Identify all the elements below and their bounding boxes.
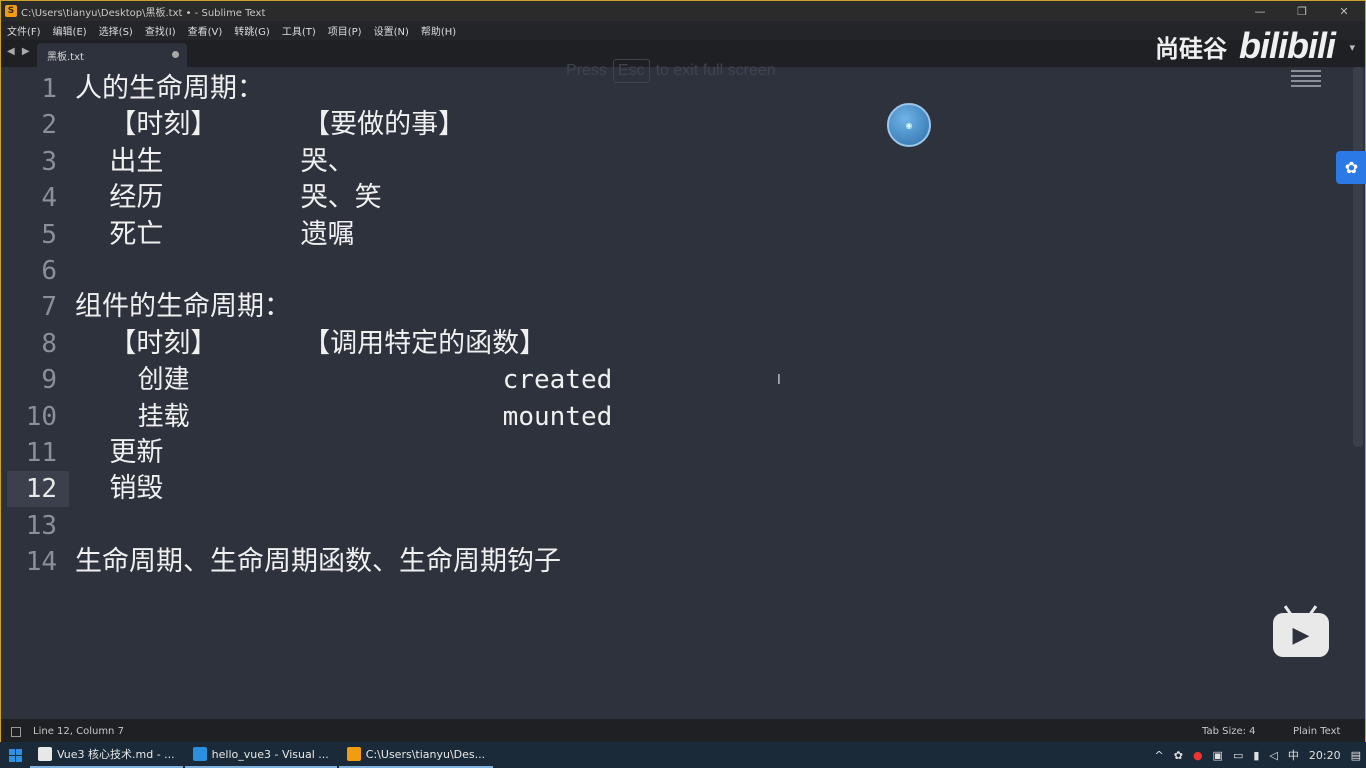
- taskbar-item-sublime[interactable]: C:\Users\tianyu\Des...: [338, 742, 494, 768]
- code-line[interactable]: 更新: [75, 435, 163, 471]
- ime-indicator[interactable]: 中: [1288, 747, 1299, 763]
- line-number: 6: [41, 256, 57, 286]
- menu-file[interactable]: 文件(F): [1, 23, 47, 38]
- text-cursor-icon: I: [777, 373, 781, 388]
- line-number: 12: [25, 474, 57, 505]
- watermark-brand: 尚硅谷 bilibili: [1155, 21, 1336, 71]
- taskbar-item-typora[interactable]: Vue3 核心技术.md - ...: [30, 742, 183, 768]
- title-bar: S C:\Users\tianyu\Desktop\黑板.txt • - Sub…: [1, 1, 1365, 21]
- tray-app-icon[interactable]: ✿: [1174, 749, 1183, 762]
- close-button[interactable]: ✕: [1323, 1, 1365, 21]
- menu-find[interactable]: 查找(I): [139, 23, 182, 38]
- battery-icon[interactable]: ▮: [1253, 749, 1259, 762]
- editor-area[interactable]: 1 2 3 4 5 6 7 8 9 10 11 12 13 14 人的生命周期： 【时刻】 【要做的事】 …: [1, 67, 1353, 719]
- line-number: 5: [41, 219, 57, 250]
- menu-view[interactable]: 查看(V): [182, 23, 229, 38]
- line-number: 13: [25, 510, 57, 541]
- code-line[interactable]: 死亡 遗嘱: [75, 217, 354, 253]
- line-number: 14: [25, 547, 57, 578]
- system-tray: ^ ✿ ● ▣ ▭ ▮ ◁ 中 20:20 ▤: [1150, 742, 1366, 768]
- code-line[interactable]: 创建 created: [75, 362, 613, 398]
- status-bar: Line 12, Column 7 Tab Size: 4 Plain Text: [1, 719, 1365, 743]
- taskbar-label: hello_vue3 - Visual ...: [211, 747, 329, 761]
- vertical-scrollbar[interactable]: [1353, 67, 1363, 447]
- syntax-mode[interactable]: Plain Text: [1293, 726, 1340, 737]
- clock[interactable]: 20:20: [1309, 749, 1341, 762]
- cursor-position[interactable]: Line 12, Column 7: [33, 726, 124, 737]
- sublime-icon: [346, 747, 361, 761]
- code-line[interactable]: 挂载 mounted: [75, 399, 613, 435]
- line-number: 7: [41, 292, 57, 323]
- line-number: 2: [41, 110, 57, 141]
- vscode-icon: [192, 747, 207, 761]
- menu-tools[interactable]: 工具(T): [276, 23, 322, 38]
- menu-selection[interactable]: 选择(S): [93, 23, 139, 38]
- taskbar: Vue3 核心技术.md - ... hello_vue3 - Visual .…: [0, 742, 1366, 768]
- hint-press: Press: [566, 62, 607, 79]
- menu-goto[interactable]: 转跳(G): [228, 23, 276, 38]
- side-share-icon[interactable]: ✿: [1336, 151, 1366, 184]
- unsaved-dot-icon: [172, 51, 179, 58]
- tray-window-icon[interactable]: ▣: [1213, 749, 1223, 762]
- typora-icon: [38, 747, 52, 761]
- taskbar-label: Vue3 核心技术.md - ...: [57, 748, 175, 761]
- floating-ball-icon[interactable]: ◉: [887, 103, 931, 147]
- line-number: 11: [25, 438, 57, 468]
- chevron-up-icon[interactable]: ^: [1155, 749, 1164, 762]
- network-icon[interactable]: ▭: [1233, 749, 1243, 762]
- line-number: 4: [41, 183, 57, 214]
- tab-label: 黑板.txt: [47, 51, 84, 63]
- taskbar-item-vscode[interactable]: hello_vue3 - Visual ...: [184, 742, 337, 768]
- sublime-window: S C:\Users\tianyu\Desktop\黑板.txt • - Sub…: [0, 0, 1366, 743]
- minimap[interactable]: [1291, 67, 1321, 97]
- line-number-gutter: 1 2 3 4 5 6 7 8 9 10 11 12 13 14: [1, 67, 69, 719]
- hint-esc-key: Esc: [612, 59, 650, 83]
- code-line[interactable]: 经历 哭、笑: [75, 180, 381, 216]
- line-number: 9: [41, 365, 57, 396]
- line-number: 3: [41, 146, 57, 177]
- menu-help[interactable]: 帮助(H): [415, 23, 462, 38]
- code-line[interactable]: 人的生命周期：: [75, 71, 264, 107]
- code-line[interactable]: 组件的生命周期：: [75, 289, 291, 325]
- menu-project[interactable]: 项目(P): [322, 23, 368, 38]
- tab-size[interactable]: Tab Size: 4: [1202, 726, 1256, 737]
- menu-preferences[interactable]: 设置(N): [368, 23, 415, 38]
- bilibili-logo: bilibili: [1239, 25, 1336, 66]
- fullscreen-hint: Press Esc to exit full screen: [566, 59, 776, 83]
- line-number: 1: [41, 74, 57, 104]
- window-controls: — ❐ ✕: [1239, 1, 1365, 21]
- chevron-down-icon[interactable]: ▾: [1349, 41, 1355, 54]
- tab-nav-arrows[interactable]: ◀ ▶: [7, 46, 32, 57]
- notification-icon[interactable]: ▤: [1351, 749, 1361, 762]
- restore-button[interactable]: ❐: [1281, 1, 1323, 21]
- line-number: 8: [41, 328, 57, 359]
- tray-red-icon[interactable]: ●: [1193, 749, 1203, 762]
- sublime-app-icon: S: [5, 5, 17, 17]
- hint-rest: to exit full screen: [655, 62, 776, 79]
- tab-blackboard[interactable]: 黑板.txt: [37, 43, 187, 67]
- brand-cn: 尚硅谷: [1155, 34, 1227, 63]
- windows-start-icon[interactable]: [0, 742, 30, 768]
- line-number: 10: [25, 401, 57, 432]
- taskbar-label: C:\Users\tianyu\Des...: [365, 747, 486, 761]
- code-line[interactable]: 【时刻】 【要做的事】: [75, 107, 465, 143]
- code-line[interactable]: 销毁: [75, 471, 163, 507]
- code-line[interactable]: 生命周期、生命周期函数、生命周期钩子: [75, 544, 561, 580]
- menu-edit[interactable]: 编辑(E): [47, 23, 93, 38]
- window-title: C:\Users\tianyu\Desktop\黑板.txt • - Subli…: [21, 7, 266, 19]
- minimize-button[interactable]: —: [1239, 1, 1281, 21]
- volume-icon[interactable]: ◁: [1269, 749, 1277, 762]
- panel-toggle-icon[interactable]: [11, 727, 21, 737]
- play-tv-icon[interactable]: ▶: [1273, 605, 1329, 657]
- code-line[interactable]: 【时刻】 【调用特定的函数】: [75, 326, 546, 362]
- code-line[interactable]: 出生 哭、: [75, 144, 354, 180]
